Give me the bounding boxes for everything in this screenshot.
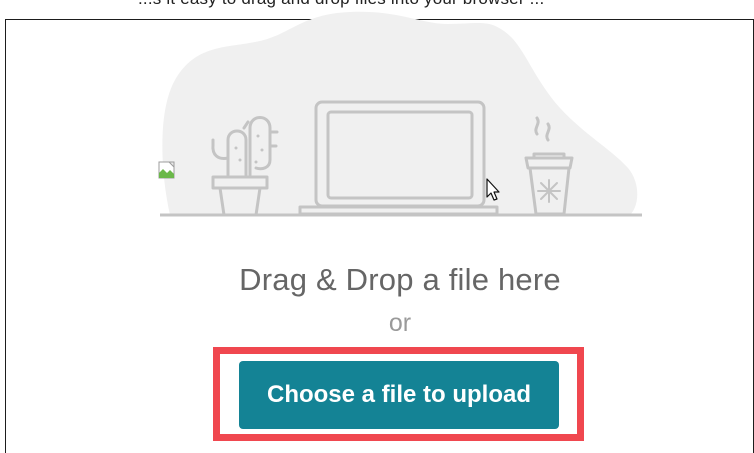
desk-illustration — [160, 11, 642, 217]
choose-file-button[interactable]: Choose a file to upload — [239, 361, 559, 429]
or-separator-label: or — [388, 309, 412, 337]
upload-page: ...s it easy to drag and drop files into… — [0, 0, 754, 453]
broken-image-icon — [158, 161, 175, 179]
drag-drop-label: Drag & Drop a file here — [239, 262, 561, 297]
coffee-cup-logo — [537, 179, 561, 203]
